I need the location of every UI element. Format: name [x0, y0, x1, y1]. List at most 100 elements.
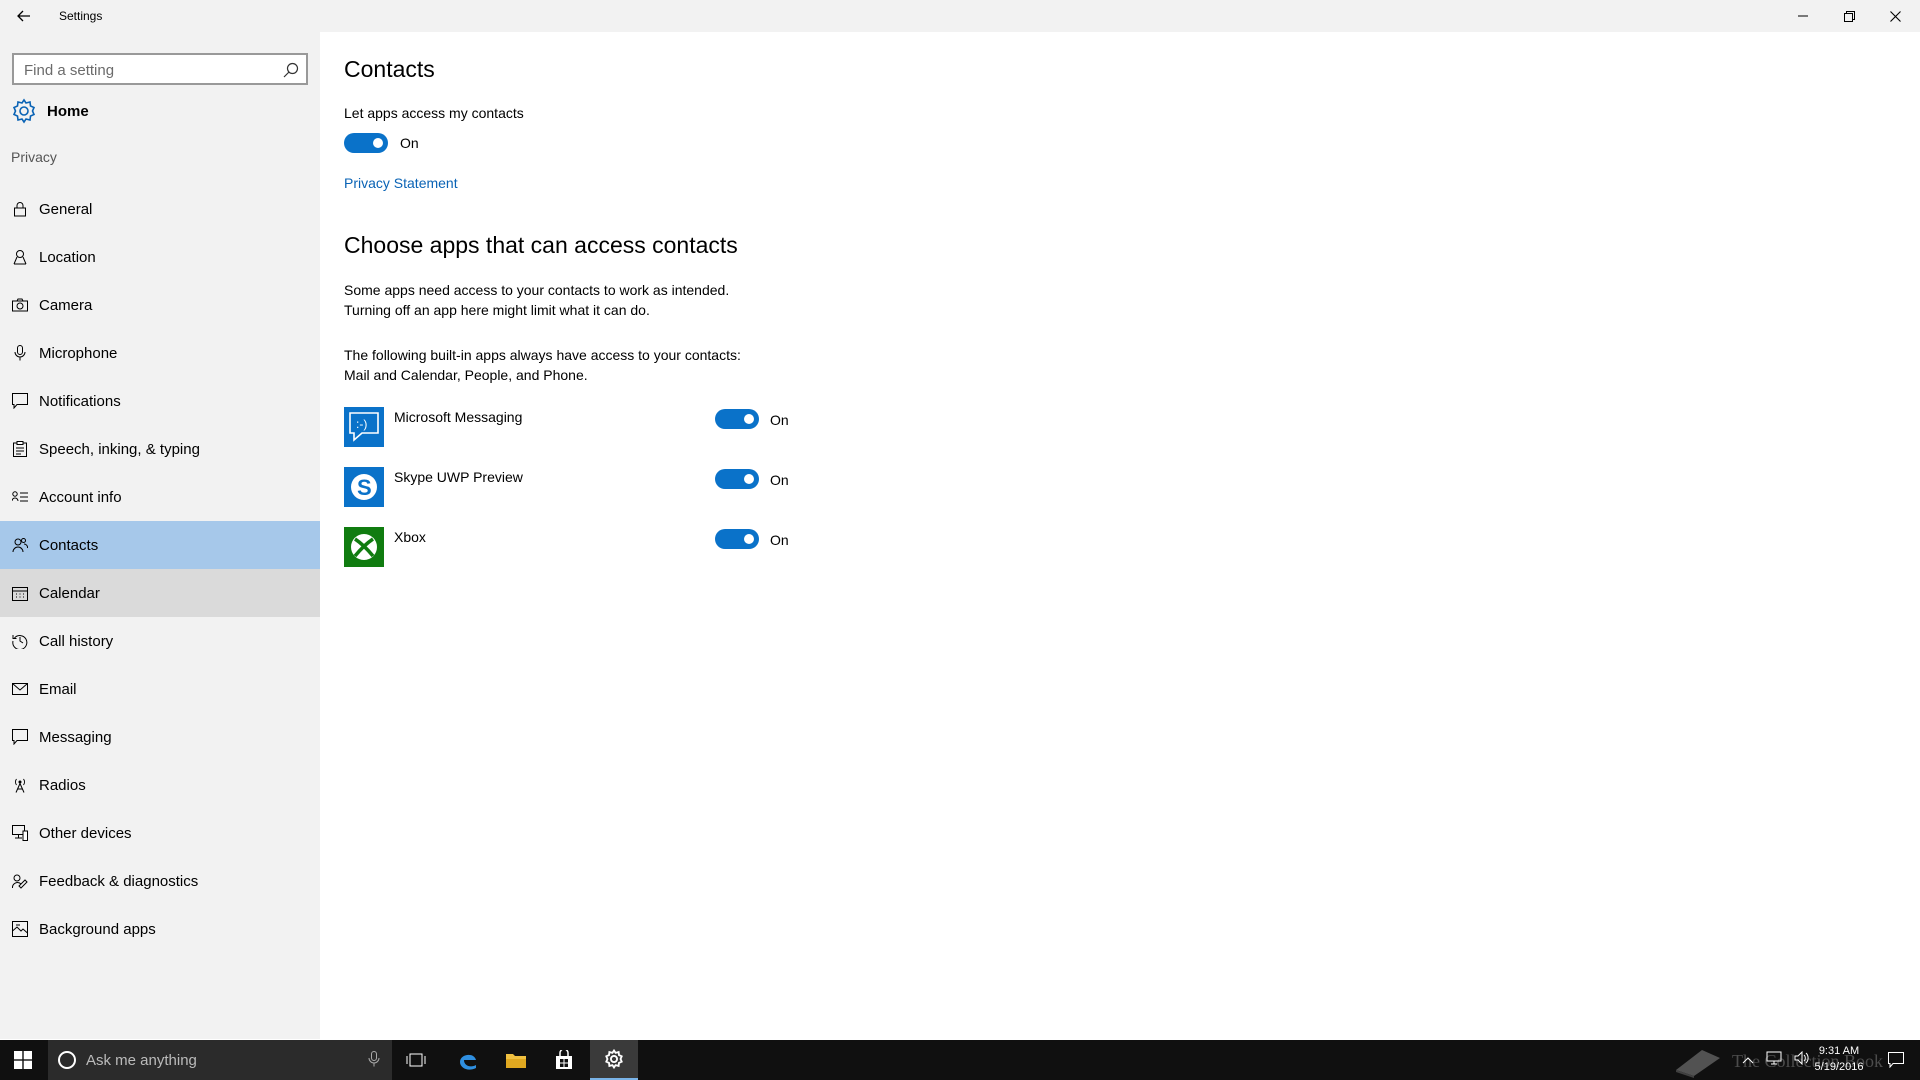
sidebar-item-label: Background apps — [39, 920, 156, 938]
cortana-icon — [58, 1051, 76, 1069]
sidebar-item-label: Email — [39, 680, 77, 698]
sidebar-item-contacts[interactable]: Contacts — [0, 521, 320, 569]
microphone-icon[interactable] — [368, 1051, 380, 1072]
clock-time: 9:31 AM — [1818, 1045, 1860, 1057]
microphone-icon — [12, 345, 28, 361]
svg-text:S: S — [357, 475, 372, 500]
app-row: S Skype UWP Preview On — [344, 467, 844, 527]
book-icon — [1676, 1050, 1720, 1078]
sidebar-item-camera[interactable]: Camera — [0, 281, 320, 329]
section-title: Choose apps that can access contacts — [344, 232, 738, 258]
calendar-icon — [12, 585, 28, 601]
app-name: Skype UWP Preview — [394, 469, 523, 485]
task-view-button[interactable] — [396, 1040, 436, 1080]
gear-icon — [605, 1049, 623, 1069]
messaging-access-toggle[interactable] — [715, 409, 759, 429]
app-name: Xbox — [394, 529, 426, 545]
sidebar-item-notifications[interactable]: Notifications — [0, 377, 320, 425]
sidebar-item-messaging[interactable]: Messaging — [0, 713, 320, 761]
app-name: Microsoft Messaging — [394, 409, 523, 425]
search-icon[interactable] — [282, 61, 300, 79]
sidebar-item-call-history[interactable]: Call history — [0, 617, 320, 665]
sidebar-item-label: Other devices — [39, 824, 132, 842]
history-icon — [12, 633, 28, 649]
sidebar-item-label: Speech, inking, & typing — [39, 440, 200, 458]
chevron-up-icon[interactable] — [1742, 1051, 1754, 1069]
sidebar-item-label: Radios — [39, 776, 86, 794]
sidebar-item-label: Camera — [39, 296, 93, 314]
home-label: Home — [47, 102, 89, 120]
section-heading: Privacy — [11, 149, 57, 165]
access-label: Let apps access my contacts — [344, 105, 524, 121]
task-view-icon — [406, 1053, 426, 1067]
app-row: :-) Microsoft Messaging On — [344, 407, 844, 467]
message-icon — [12, 729, 28, 745]
search-box[interactable] — [12, 53, 308, 85]
sidebar-item-label: Account info — [39, 488, 122, 506]
toggle-state-label: On — [400, 135, 419, 151]
account-info-icon — [12, 489, 28, 505]
sidebar-item-speech[interactable]: Speech, inking, & typing — [0, 425, 320, 473]
sidebar-item-location[interactable]: Location — [0, 233, 320, 281]
notification-icon — [12, 393, 28, 409]
start-button[interactable] — [0, 1040, 46, 1080]
cortana-search-box[interactable]: Ask me anything — [48, 1040, 392, 1080]
page-title: Contacts — [344, 56, 435, 82]
contacts-icon — [12, 537, 28, 553]
sidebar-item-feedback[interactable]: Feedback & diagnostics — [0, 857, 320, 905]
restore-button[interactable] — [1826, 0, 1872, 32]
background-apps-icon — [12, 921, 28, 937]
minimize-button[interactable] — [1780, 0, 1826, 32]
sidebar-item-microphone[interactable]: Microphone — [0, 329, 320, 377]
title-bar: Settings — [0, 0, 1920, 32]
edge-taskbar-button[interactable] — [446, 1040, 490, 1080]
main-content: Contacts Let apps access my contacts On … — [320, 32, 1920, 1039]
back-arrow-icon — [17, 10, 30, 22]
feedback-icon — [12, 873, 28, 889]
gear-icon — [11, 98, 37, 124]
back-button[interactable] — [8, 0, 40, 32]
action-center-button[interactable] — [1876, 1040, 1916, 1080]
network-icon[interactable] — [1766, 1051, 1782, 1070]
edge-icon — [460, 1054, 476, 1070]
privacy-statement-link[interactable]: Privacy Statement — [344, 175, 458, 191]
home-button[interactable]: Home — [0, 91, 320, 131]
xbox-app-icon — [344, 527, 384, 567]
action-center-icon — [1888, 1052, 1904, 1068]
sidebar-item-other-devices[interactable]: Other devices — [0, 809, 320, 857]
contacts-access-toggle[interactable] — [344, 133, 388, 153]
devices-icon — [12, 825, 28, 841]
builtin-apps-text: The following built-in apps always have … — [344, 345, 741, 385]
file-explorer-taskbar-button[interactable] — [494, 1040, 538, 1080]
toggle-state-label: On — [770, 412, 789, 428]
sidebar-item-label: General — [39, 200, 93, 218]
clock[interactable]: 9:31 AM 5/19/2016 — [1804, 1043, 1874, 1075]
radio-tower-icon — [12, 777, 28, 793]
sidebar-item-label: Notifications — [39, 392, 121, 410]
close-button[interactable] — [1872, 0, 1918, 32]
messaging-app-icon: :-) — [344, 407, 384, 447]
sidebar-item-label: Messaging — [39, 728, 112, 746]
settings-taskbar-button[interactable] — [590, 1040, 638, 1080]
sidebar-item-calendar[interactable]: Calendar — [0, 569, 320, 617]
description-line: Mail and Calendar, People, and Phone. — [344, 367, 588, 383]
folder-icon — [506, 1054, 526, 1068]
clock-date: 5/19/2016 — [1814, 1061, 1864, 1073]
xbox-access-toggle[interactable] — [715, 529, 759, 549]
sidebar-item-label: Contacts — [39, 536, 99, 554]
cortana-placeholder: Ask me anything — [86, 1052, 197, 1069]
store-taskbar-button[interactable] — [542, 1040, 586, 1080]
toggle-state-label: On — [770, 472, 789, 488]
windows-logo-icon — [14, 1051, 32, 1069]
sidebar-item-general[interactable]: General — [0, 185, 320, 233]
skype-access-toggle[interactable] — [715, 469, 759, 489]
description-line: Some apps need access to your contacts t… — [344, 282, 730, 298]
sidebar-item-radios[interactable]: Radios — [0, 761, 320, 809]
sidebar-item-background-apps[interactable]: Background apps — [0, 905, 320, 953]
search-input[interactable] — [24, 60, 274, 80]
sidebar-item-email[interactable]: Email — [0, 665, 320, 713]
sidebar-item-account-info[interactable]: Account info — [0, 473, 320, 521]
nav-list: General Location Camera Microphone Notif… — [0, 185, 320, 953]
sidebar-item-label: Call history — [39, 632, 114, 650]
location-icon — [12, 249, 28, 265]
